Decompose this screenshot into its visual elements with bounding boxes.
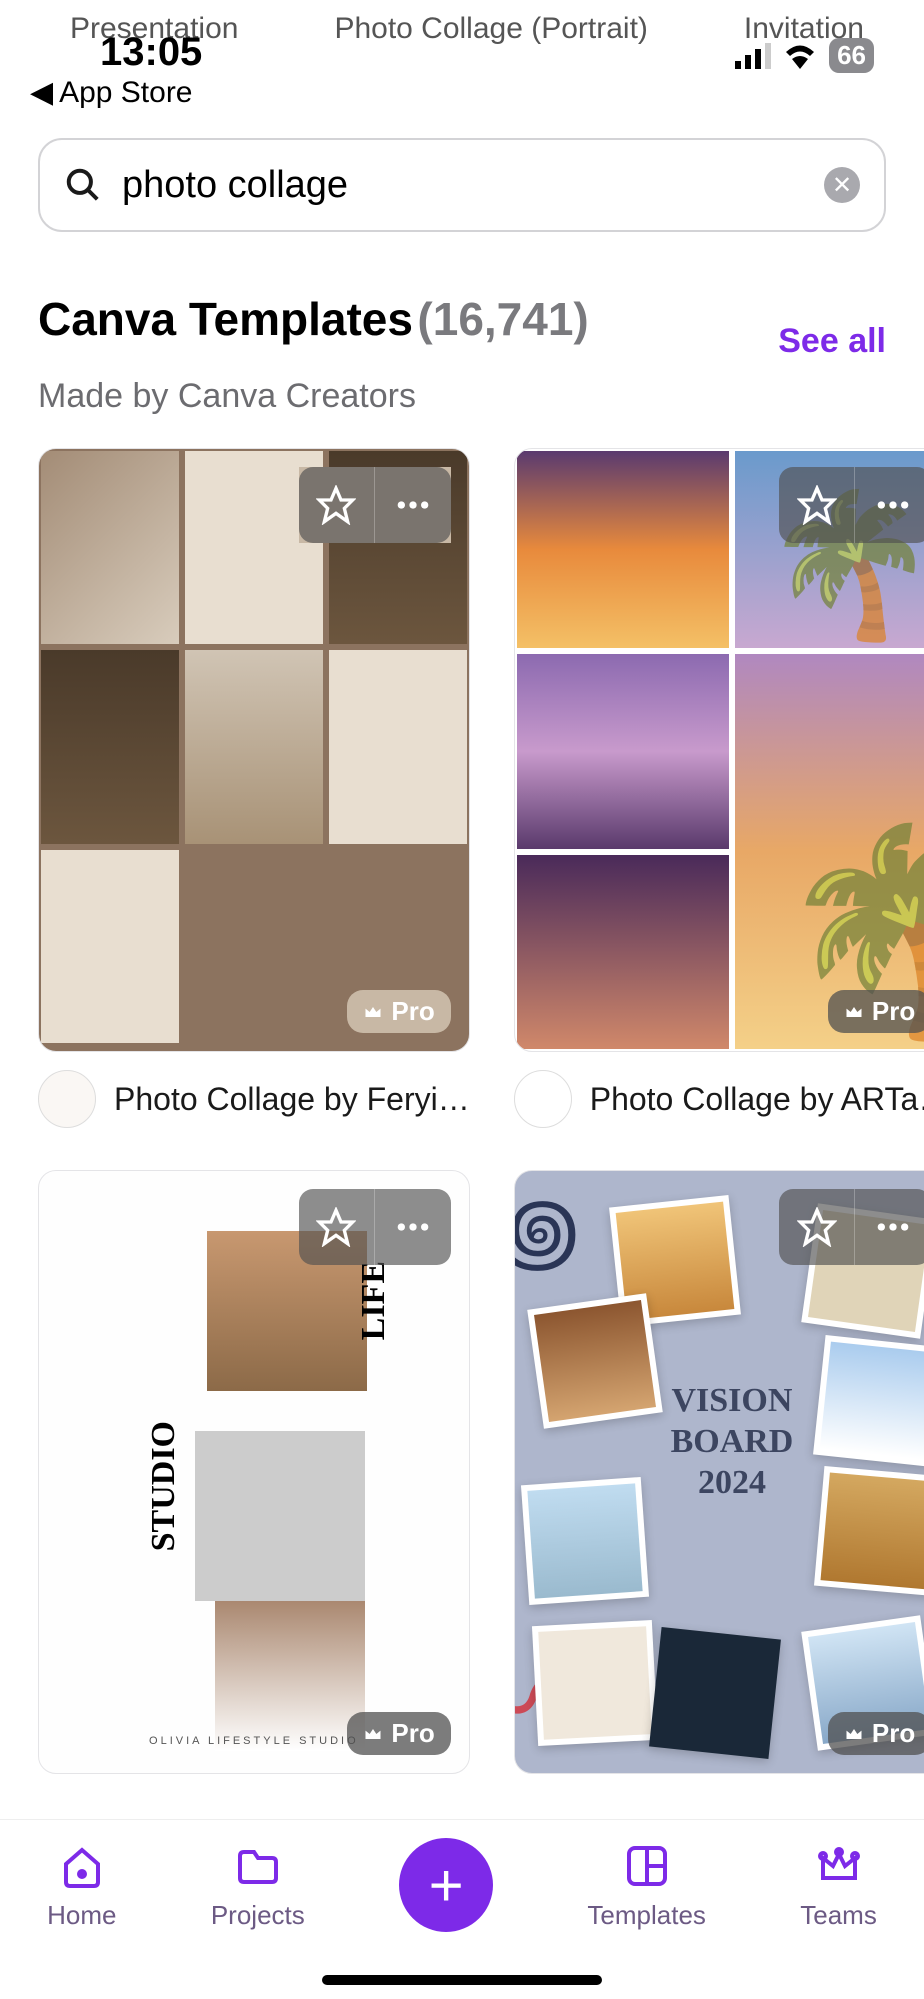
see-all-link[interactable]: See all bbox=[778, 322, 886, 361]
template-text: STUDIO bbox=[145, 1421, 183, 1551]
nav-teams[interactable]: Teams bbox=[800, 1842, 877, 1931]
nav-templates[interactable]: Templates bbox=[587, 1842, 706, 1931]
search-bar[interactable]: ✕ bbox=[38, 138, 886, 232]
more-button[interactable] bbox=[855, 467, 924, 543]
template-card: ꩜ 〰 VISION BOARD 2024 bbox=[514, 1170, 924, 1774]
nav-label: Teams bbox=[800, 1900, 877, 1931]
nav-label: Templates bbox=[587, 1900, 706, 1931]
favorite-button[interactable] bbox=[779, 1189, 855, 1265]
template-card: Pro Photo Collage by Feryi… bbox=[38, 448, 470, 1128]
templates-icon bbox=[623, 1842, 671, 1890]
close-icon: ✕ bbox=[832, 171, 852, 200]
status-bar: Presentation Photo Collage (Portrait) In… bbox=[0, 0, 924, 120]
card-actions bbox=[299, 1189, 451, 1265]
result-count: (16,741) bbox=[417, 293, 588, 345]
card-actions bbox=[779, 1189, 924, 1265]
template-card: STUDIO LIFE OLIVIA LIFESTYLE STUDIO Pro bbox=[38, 1170, 470, 1774]
section-header: Canva Templates (16,741) See all Made by… bbox=[38, 292, 886, 416]
card-meta: Photo Collage by ARTa… bbox=[514, 1070, 924, 1128]
template-title[interactable]: Photo Collage by ARTa… bbox=[590, 1081, 924, 1118]
wifi-icon bbox=[783, 43, 817, 69]
back-label: App Store bbox=[59, 76, 192, 110]
more-icon bbox=[873, 485, 913, 525]
search-input[interactable] bbox=[122, 164, 804, 207]
cellular-icon bbox=[735, 43, 771, 69]
plus-icon: + bbox=[429, 1851, 464, 1920]
template-thumbnail[interactable]: STUDIO LIFE OLIVIA LIFESTYLE STUDIO Pro bbox=[38, 1170, 470, 1774]
favorite-button[interactable] bbox=[299, 467, 375, 543]
clock-time: 13:05 bbox=[100, 30, 202, 75]
template-text: VISION BOARD 2024 bbox=[671, 1381, 794, 1503]
home-indicator[interactable] bbox=[322, 1975, 602, 1985]
more-button[interactable] bbox=[375, 467, 451, 543]
more-icon bbox=[393, 485, 433, 525]
section-title: Canva Templates bbox=[38, 293, 413, 345]
card-actions bbox=[779, 467, 924, 543]
template-caption: OLIVIA LIFESTYLE STUDIO bbox=[149, 1735, 359, 1747]
card-actions bbox=[299, 467, 451, 543]
creator-avatar[interactable] bbox=[38, 1070, 96, 1128]
crown-icon bbox=[815, 1842, 863, 1890]
create-button[interactable]: + bbox=[399, 1838, 493, 1932]
back-to-app-store[interactable]: ◀ App Store bbox=[30, 75, 193, 110]
more-button[interactable] bbox=[375, 1189, 451, 1265]
template-card: 🌴 🌴 Pro Photo Collage by ARTa… bbox=[514, 448, 924, 1128]
more-button[interactable] bbox=[855, 1189, 924, 1265]
pro-badge: Pro bbox=[828, 990, 924, 1033]
crown-icon bbox=[844, 1002, 864, 1022]
nav-label: Projects bbox=[211, 1900, 305, 1931]
pro-badge: Pro bbox=[828, 1712, 924, 1755]
creator-avatar[interactable] bbox=[514, 1070, 572, 1128]
card-meta: Photo Collage by Feryi… bbox=[38, 1070, 470, 1128]
battery-level: 66 bbox=[829, 38, 874, 73]
star-icon bbox=[797, 1207, 837, 1247]
nav-projects[interactable]: Projects bbox=[211, 1842, 305, 1931]
template-thumbnail[interactable]: ꩜ 〰 VISION BOARD 2024 bbox=[514, 1170, 924, 1774]
chevron-left-icon: ◀ bbox=[30, 75, 53, 110]
crown-icon bbox=[844, 1724, 864, 1744]
favorite-button[interactable] bbox=[779, 467, 855, 543]
pro-badge: Pro bbox=[347, 990, 450, 1033]
clear-search-button[interactable]: ✕ bbox=[824, 167, 860, 203]
more-icon bbox=[873, 1207, 913, 1247]
template-thumbnail[interactable]: Pro bbox=[38, 448, 470, 1052]
more-icon bbox=[393, 1207, 433, 1247]
nav-label: Home bbox=[47, 1900, 116, 1931]
category-tab-photo-collage[interactable]: Photo Collage (Portrait) bbox=[334, 12, 647, 46]
home-icon bbox=[58, 1842, 106, 1890]
template-thumbnail[interactable]: 🌴 🌴 Pro bbox=[514, 448, 924, 1052]
template-text: LIFE bbox=[355, 1261, 393, 1340]
status-icons: 66 bbox=[735, 38, 874, 73]
star-icon bbox=[316, 485, 356, 525]
templates-grid: Pro Photo Collage by Feryi… 🌴 🌴 bbox=[38, 448, 886, 1774]
nav-home[interactable]: Home bbox=[47, 1842, 116, 1931]
crown-icon bbox=[363, 1724, 383, 1744]
pro-badge: Pro bbox=[347, 1712, 450, 1755]
crown-icon bbox=[363, 1002, 383, 1022]
search-icon bbox=[64, 166, 102, 204]
favorite-button[interactable] bbox=[299, 1189, 375, 1265]
bottom-nav: Home Projects + Templates Teams bbox=[0, 1819, 924, 1999]
star-icon bbox=[316, 1207, 356, 1247]
star-icon bbox=[797, 485, 837, 525]
template-title[interactable]: Photo Collage by Feryi… bbox=[114, 1081, 470, 1118]
section-subtitle: Made by Canva Creators bbox=[38, 377, 886, 416]
folder-icon bbox=[234, 1842, 282, 1890]
